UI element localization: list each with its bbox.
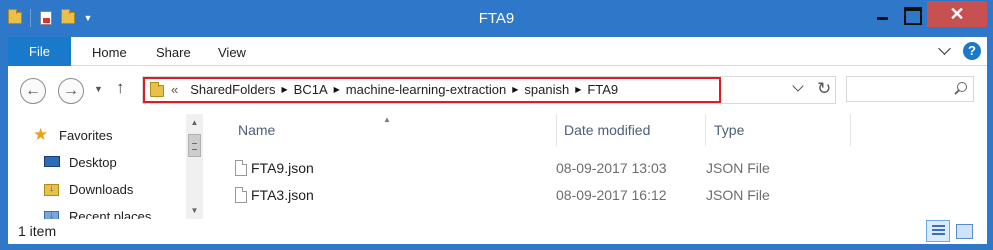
column-header-date-modified[interactable]: Date modified xyxy=(556,114,706,146)
sidebar-item-recent-places[interactable]: Recent places xyxy=(43,205,151,219)
help-icon[interactable]: ? xyxy=(963,42,981,60)
close-icon: ✕ xyxy=(949,4,965,24)
star-icon: ★ xyxy=(33,125,49,144)
minimize-button[interactable] xyxy=(868,1,896,27)
breadcrumb-overflow-icon[interactable]: « xyxy=(171,82,184,97)
table-row[interactable]: FTA3.json 08-09-2017 16:12 JSON File xyxy=(203,185,987,211)
breadcrumb-item[interactable]: spanish xyxy=(518,82,575,97)
breadcrumb-item[interactable]: machine-learning-extraction xyxy=(340,82,512,97)
breadcrumb-item[interactable]: SharedFolders xyxy=(184,82,281,97)
breadcrumb-item[interactable]: BC1A xyxy=(288,82,334,97)
scrollbar-thumb[interactable] xyxy=(188,134,201,157)
navigation-pane-scrollbar[interactable]: ▲ ▼ xyxy=(186,114,203,219)
scroll-down-icon[interactable]: ▼ xyxy=(186,202,203,219)
maximize-button[interactable] xyxy=(897,1,925,27)
recent-places-icon xyxy=(43,208,61,219)
sidebar-item-label: Favorites xyxy=(59,127,113,143)
back-button[interactable]: ← xyxy=(20,78,46,104)
sidebar-item-desktop[interactable]: Desktop xyxy=(43,151,117,173)
recent-locations-chevron-icon[interactable]: ▼ xyxy=(94,84,104,94)
close-button[interactable]: ✕ xyxy=(927,1,987,27)
file-date-modified: 08-09-2017 13:03 xyxy=(556,160,667,176)
window-title: FTA9 xyxy=(478,10,515,27)
address-bar[interactable]: « SharedFolders ▶ BC1A ▶ machine-learnin… xyxy=(142,76,836,104)
new-folder-icon[interactable] xyxy=(59,9,77,27)
status-bar: 1 item xyxy=(8,219,987,244)
sidebar-item-downloads[interactable]: Downloads xyxy=(43,178,133,200)
file-list: ▲ Name Date modified Type FTA9.json 08-0… xyxy=(203,114,987,219)
file-icon xyxy=(235,187,247,203)
item-count: 1 item xyxy=(18,223,57,239)
explorer-client: File Home Share View ? ← → ▼ ↑ « SharedF… xyxy=(8,37,987,244)
navigation-bar: ← → ▼ ↑ « SharedFolders ▶ BC1A ▶ machine… xyxy=(8,66,987,114)
breadcrumb: « SharedFolders ▶ BC1A ▶ machine-learnin… xyxy=(171,82,624,97)
up-button[interactable]: ↑ xyxy=(116,78,136,98)
sidebar-item-label: Recent places xyxy=(69,208,152,220)
title-bar[interactable]: ▼ FTA9 ✕ xyxy=(0,0,993,37)
refresh-button[interactable]: ↻ xyxy=(817,79,835,99)
sidebar-item-label: Desktop xyxy=(69,154,117,170)
table-row[interactable]: FTA9.json 08-09-2017 13:03 JSON File xyxy=(203,158,987,184)
breadcrumb-item[interactable]: FTA9 xyxy=(581,82,624,97)
tab-home[interactable]: Home xyxy=(92,37,127,66)
sidebar-item-favorites[interactable]: ★ Favorites xyxy=(33,124,112,146)
search-icon[interactable] xyxy=(953,82,967,96)
explorer-window: ▼ FTA9 ✕ File Home Share View ? ← → ▼ ↑ … xyxy=(0,0,993,250)
folder-icon[interactable] xyxy=(6,9,24,27)
forward-button[interactable]: → xyxy=(58,78,84,104)
navigation-pane: ★ Favorites Desktop Downloads Recent pla… xyxy=(8,114,186,219)
file-type: JSON File xyxy=(706,187,770,203)
column-header-name[interactable]: Name xyxy=(230,114,557,146)
customize-toolbar-chevron-icon[interactable]: ▼ xyxy=(81,13,95,23)
tab-file[interactable]: File xyxy=(8,37,71,66)
large-icons-view-icon[interactable] xyxy=(954,221,974,241)
expand-ribbon-chevron-icon[interactable] xyxy=(938,43,952,57)
file-icon xyxy=(235,160,247,176)
quick-access-toolbar: ▼ xyxy=(6,9,95,27)
downloads-folder-icon xyxy=(43,181,61,197)
file-date-modified: 08-09-2017 16:12 xyxy=(556,187,667,203)
properties-icon[interactable] xyxy=(37,9,55,27)
file-name: FTA9.json xyxy=(251,160,314,176)
details-view-icon[interactable] xyxy=(926,220,950,242)
desktop-icon xyxy=(43,154,61,170)
scroll-up-icon[interactable]: ▲ xyxy=(186,114,203,131)
column-header-type[interactable]: Type xyxy=(706,114,851,146)
file-name: FTA3.json xyxy=(251,187,314,203)
file-type: JSON File xyxy=(706,160,770,176)
ribbon-tabs: File Home Share View ? xyxy=(8,37,987,66)
search-input[interactable] xyxy=(846,76,974,102)
tab-view[interactable]: View xyxy=(218,37,246,66)
toolbar-separator xyxy=(30,9,31,27)
sidebar-item-label: Downloads xyxy=(69,181,134,197)
address-history-chevron-icon[interactable] xyxy=(793,85,805,95)
tab-share[interactable]: Share xyxy=(156,37,191,66)
folder-icon xyxy=(148,82,164,98)
